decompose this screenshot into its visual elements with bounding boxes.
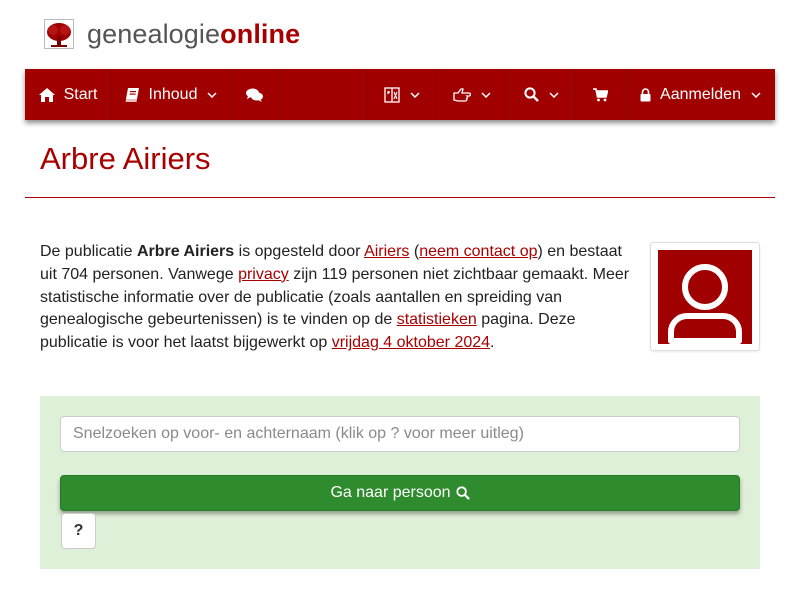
page-title: Arbre Airiers <box>40 141 211 176</box>
chevron-down-icon <box>410 91 420 98</box>
site-name: genealogieonline <box>87 18 300 50</box>
nav-spacer <box>279 69 368 120</box>
nav-login-label: Aanmelden <box>660 85 741 103</box>
intro-text: is opgesteld door <box>234 243 365 260</box>
intro-text: . <box>490 334 495 352</box>
search-icon <box>455 486 470 500</box>
contact-link[interactable]: neem contact op <box>419 243 537 260</box>
author-link[interactable]: Airiers <box>364 243 409 260</box>
intro-text: ( <box>409 243 420 260</box>
nav-login[interactable]: Aanmelden <box>626 69 775 120</box>
hand-pointer-icon <box>452 87 471 102</box>
title-divider <box>25 197 775 198</box>
book-icon <box>125 87 140 102</box>
nav-search[interactable] <box>507 69 576 120</box>
privacy-link[interactable]: privacy <box>238 266 289 283</box>
search-icon <box>523 87 539 102</box>
nav-start-label: Start <box>63 85 98 103</box>
site-name-part1: genealogie <box>87 19 221 49</box>
author-avatar[interactable] <box>650 242 760 351</box>
chevron-down-icon <box>480 91 491 98</box>
publication-intro: De publicatie Arbre Airiers is opgesteld… <box>40 241 636 355</box>
main-navbar: Start Inhoud Aanmelden <box>25 69 775 120</box>
nav-actions[interactable] <box>437 69 507 120</box>
site-name-part2: online <box>220 19 301 49</box>
quick-search-panel: Ga naar persoon ? <box>40 396 760 569</box>
comments-icon <box>246 88 263 102</box>
nav-forum[interactable] <box>231 69 279 120</box>
cart-icon <box>593 87 608 102</box>
site-logo[interactable]: genealogieonline <box>44 18 300 50</box>
language-icon <box>384 86 400 103</box>
publication-name: Arbre Airiers <box>136 243 235 260</box>
statistics-link[interactable]: statistieken <box>397 311 477 328</box>
chevron-down-icon <box>207 91 217 98</box>
nav-inhoud[interactable]: Inhoud <box>112 69 231 120</box>
last-updated-link[interactable]: vrijdag 4 oktober 2024 <box>332 334 490 351</box>
search-help-button[interactable]: ? <box>61 513 96 549</box>
chevron-down-icon <box>751 91 761 98</box>
user-icon <box>658 250 752 344</box>
quick-search-input[interactable] <box>60 416 740 452</box>
lock-icon <box>640 87 651 102</box>
go-to-person-button[interactable]: Ga naar persoon <box>60 475 740 511</box>
nav-inhoud-label: Inhoud <box>148 85 198 103</box>
home-icon <box>38 87 55 102</box>
go-to-person-label: Ga naar persoon <box>330 484 451 501</box>
nav-language[interactable] <box>368 69 437 120</box>
intro-text: De publicatie <box>40 243 137 260</box>
chevron-down-icon <box>548 91 559 98</box>
tree-logo-icon <box>44 19 74 49</box>
nav-start[interactable]: Start <box>25 69 112 120</box>
nav-cart[interactable] <box>576 69 626 120</box>
